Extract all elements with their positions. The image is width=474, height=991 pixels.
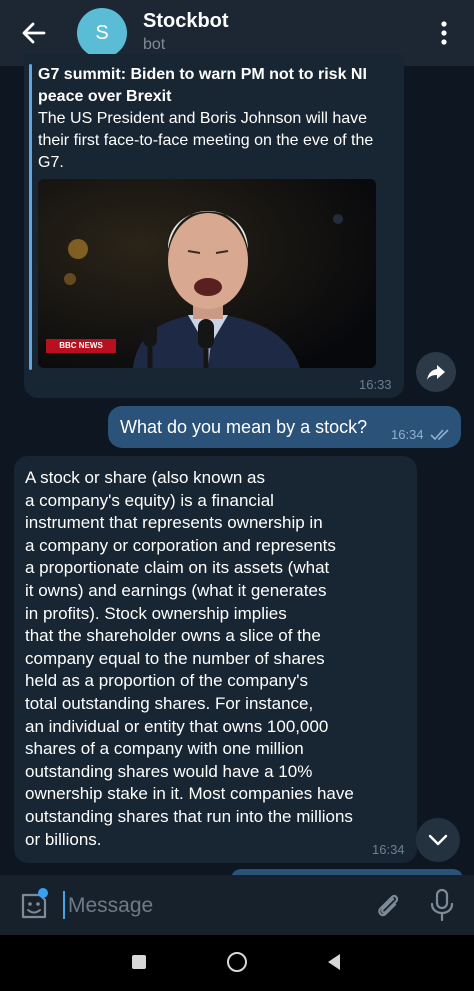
message-time: 16:33 (359, 377, 392, 392)
more-vertical-icon (441, 21, 447, 45)
chat-subtitle: bot (143, 36, 166, 53)
share-arrow-icon (427, 365, 445, 380)
preview-title[interactable]: G7 summit: Biden to warn PM not to risk … (38, 64, 388, 108)
chat-title[interactable]: Stockbot (143, 10, 229, 33)
chevron-down-icon (428, 834, 448, 846)
message-text: A stock or share (also known as a compan… (25, 468, 354, 849)
home-button[interactable] (227, 952, 247, 972)
message-text: What do you mean by a stock? (120, 417, 368, 437)
notification-dot (38, 888, 48, 898)
paperclip-icon (378, 894, 399, 917)
system-back-button[interactable] (326, 953, 342, 971)
back-button[interactable] (18, 17, 50, 49)
preview-description: The US President and Boris Johnson will … (38, 110, 374, 171)
bbc-news-badge: BBC NEWS (59, 341, 103, 350)
triangle-back-icon (328, 954, 340, 970)
attach-button[interactable] (372, 890, 404, 922)
more-menu-button[interactable] (434, 18, 454, 48)
arrow-left-icon (22, 22, 46, 44)
share-button[interactable] (416, 352, 456, 392)
scroll-down-button[interactable] (416, 818, 460, 862)
preview-image[interactable]: BBC NEWS (38, 179, 376, 368)
text-cursor (63, 891, 65, 919)
message-time: 16:34 (391, 427, 424, 442)
microphone-button[interactable] (428, 888, 456, 922)
message-time: 16:34 (372, 842, 405, 857)
preview-accent-bar (29, 64, 32, 370)
message-input[interactable] (66, 889, 360, 923)
double-check-icon (430, 429, 449, 441)
read-status (430, 427, 454, 441)
recents-button[interactable] (132, 955, 146, 969)
avatar[interactable]: S (77, 8, 127, 58)
microphone-icon (430, 888, 454, 922)
